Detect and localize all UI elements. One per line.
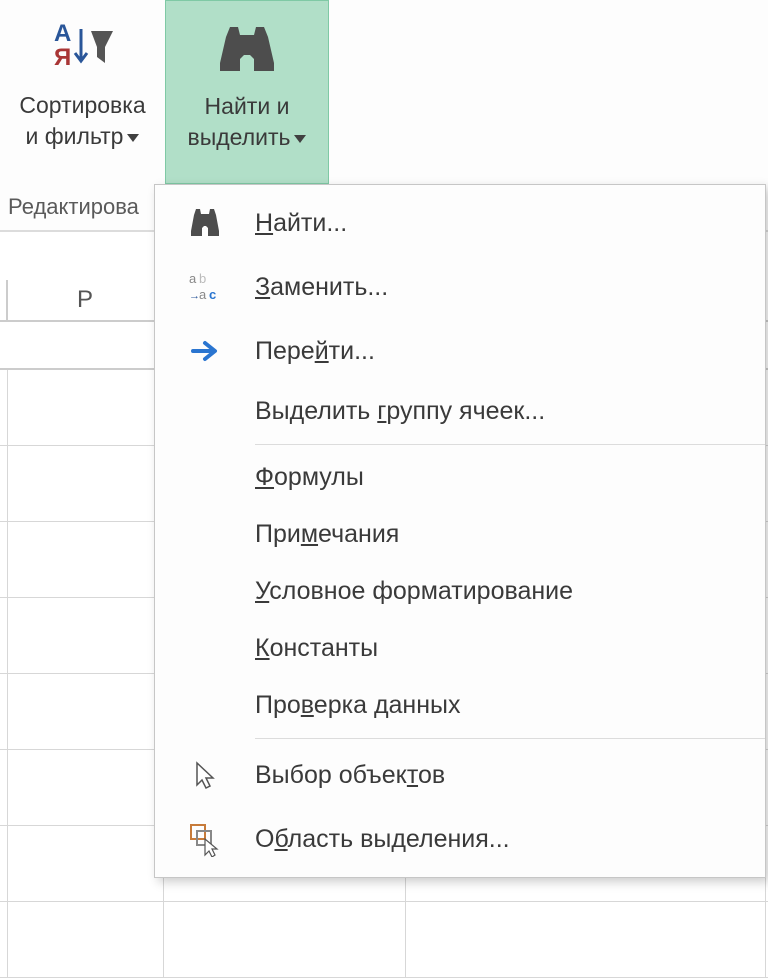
menu-item-label: Константы	[255, 634, 753, 663]
column-header[interactable]	[0, 280, 8, 320]
svg-text:c: c	[209, 287, 216, 302]
find-select-dropdown-menu: Найти... ab→acЗаменить... Перейти... Выдели…	[154, 184, 766, 878]
sort-filter-label: Сортировка и фильтр	[19, 90, 145, 152]
chevron-down-icon	[127, 134, 139, 142]
menu-item-9[interactable]: Проверка данных	[155, 677, 765, 734]
menu-item-label: Перейти...	[255, 337, 753, 366]
menu-item-5[interactable]: Формулы	[155, 449, 765, 506]
menu-item-0[interactable]: Найти...	[155, 191, 765, 255]
menu-item-12[interactable]: Область выделения...	[155, 807, 765, 871]
menu-separator	[255, 738, 765, 739]
binoculars-icon	[155, 205, 255, 241]
menu-item-label: Область выделения...	[255, 825, 753, 854]
menu-item-11[interactable]: Выбор объектов	[155, 743, 765, 807]
find-select-label: Найти и выделить	[188, 91, 307, 153]
menu-item-3[interactable]: Выделить группу ячеек...	[155, 383, 765, 440]
menu-item-label: Заменить...	[255, 273, 753, 302]
arrow-icon	[155, 333, 255, 369]
grid-row[interactable]	[0, 902, 768, 978]
ribbon-group-label: Редактирова	[8, 194, 139, 220]
menu-item-label: Выделить группу ячеек...	[255, 397, 753, 426]
binoculars-icon	[212, 13, 282, 83]
menu-item-2[interactable]: Перейти...	[155, 319, 765, 383]
cursor-icon	[155, 757, 255, 793]
menu-item-label: Найти...	[255, 209, 753, 238]
menu-item-8[interactable]: Константы	[155, 620, 765, 677]
selection-pane-icon	[155, 821, 255, 857]
menu-item-7[interactable]: Условное форматирование	[155, 563, 765, 620]
svg-text:Я: Я	[54, 44, 71, 71]
column-header-p[interactable]: P	[8, 280, 164, 320]
menu-item-label: Выбор объектов	[255, 761, 753, 790]
sort-filter-icon: А Я	[51, 12, 115, 82]
svg-text:a: a	[189, 271, 197, 286]
replace-icon: ab→ac	[155, 269, 255, 305]
menu-item-label: Условное форматирование	[255, 577, 753, 606]
svg-text:А: А	[54, 20, 71, 47]
menu-item-label: Формулы	[255, 463, 753, 492]
svg-text:b: b	[199, 271, 206, 286]
menu-item-label: Проверка данных	[255, 691, 753, 720]
chevron-down-icon	[294, 135, 306, 143]
menu-item-6[interactable]: Примечания	[155, 506, 765, 563]
menu-separator	[255, 444, 765, 445]
menu-item-1[interactable]: ab→acЗаменить...	[155, 255, 765, 319]
sort-filter-button[interactable]: А Я Сортировка и фильтр	[0, 0, 165, 184]
find-select-button[interactable]: Найти и выделить	[165, 0, 329, 184]
svg-text:a: a	[199, 287, 207, 302]
menu-item-label: Примечания	[255, 520, 753, 549]
